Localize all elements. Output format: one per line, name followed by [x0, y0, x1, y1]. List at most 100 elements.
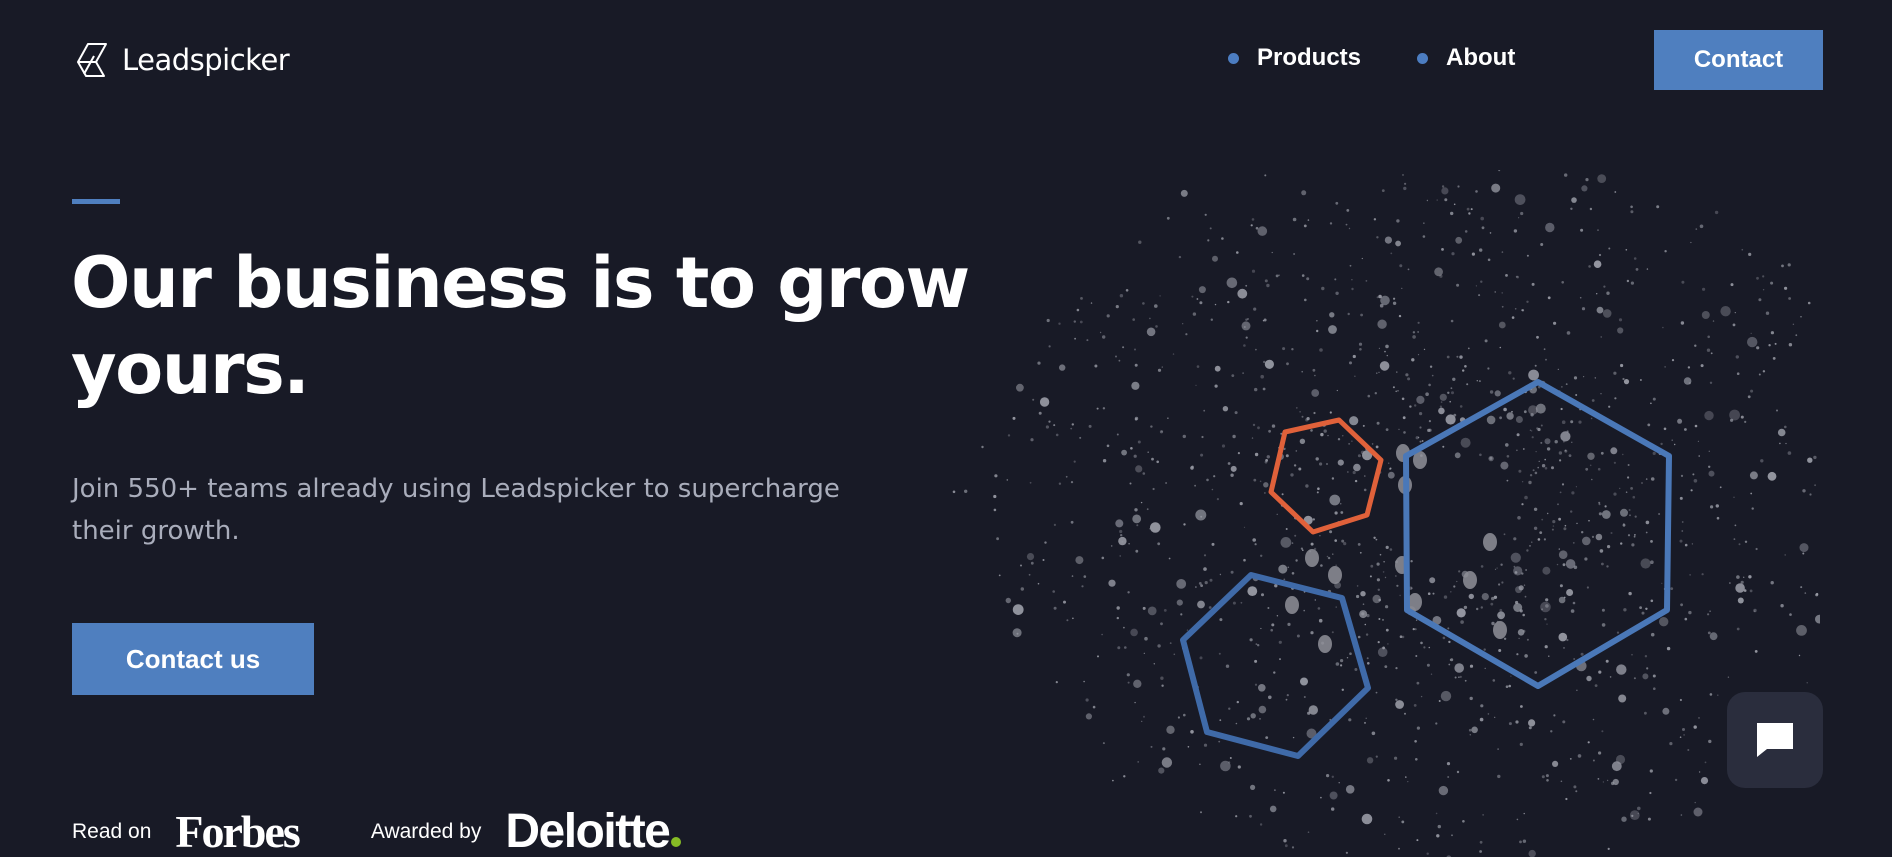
- particle: [1450, 319, 1454, 323]
- particle: [1541, 608, 1543, 611]
- chat-bubble-icon: [1757, 723, 1793, 757]
- particle: [1250, 713, 1256, 719]
- logo-link[interactable]: Leadspicker: [72, 40, 290, 80]
- particle: [1496, 567, 1498, 569]
- particle: [1425, 392, 1429, 396]
- particle: [1639, 379, 1642, 381]
- particle: [1634, 515, 1637, 518]
- particle: [1240, 601, 1243, 604]
- particle: [1364, 721, 1366, 724]
- particle: [1398, 428, 1400, 431]
- particle: [1243, 344, 1246, 347]
- particle: [1809, 493, 1812, 496]
- chat-button[interactable]: [1727, 692, 1823, 788]
- particle: [1541, 775, 1545, 779]
- contact-button[interactable]: Contact: [1654, 30, 1823, 90]
- particle: [1416, 395, 1425, 404]
- particle: [1546, 447, 1551, 451]
- particle: [1576, 522, 1578, 525]
- particle: [1576, 689, 1578, 691]
- particle: [1750, 492, 1753, 495]
- particle: [1591, 535, 1595, 538]
- particle: [1293, 253, 1296, 255]
- particle: [1694, 801, 1696, 804]
- particle: [1377, 319, 1387, 329]
- particle: [1498, 649, 1502, 652]
- particle: [1525, 569, 1527, 571]
- particle: [1540, 424, 1543, 427]
- particle: [1416, 681, 1420, 685]
- particle-blob: [1493, 621, 1507, 639]
- particle: [1030, 438, 1034, 442]
- particle: [1402, 416, 1406, 420]
- particle: [1453, 203, 1456, 206]
- particle: [1292, 736, 1295, 739]
- particle: [1559, 491, 1562, 494]
- particle: [1508, 371, 1512, 375]
- particle: [1453, 585, 1456, 588]
- particle: [1466, 383, 1469, 386]
- nav-item-about[interactable]: About: [1417, 44, 1515, 72]
- particle: [1758, 298, 1762, 302]
- particle: [1278, 640, 1282, 644]
- particle: [1563, 441, 1565, 443]
- particle: [1375, 445, 1379, 449]
- particle: [1690, 241, 1692, 244]
- particle: [1700, 364, 1704, 368]
- particle: [1367, 662, 1370, 665]
- particle: [1610, 532, 1613, 534]
- particle: [1758, 373, 1761, 376]
- particle: [1419, 440, 1422, 443]
- particle: [1341, 688, 1344, 691]
- particle: [1190, 730, 1194, 734]
- particle: [1115, 305, 1119, 309]
- particle: [1218, 740, 1221, 743]
- particle: [1565, 797, 1568, 801]
- particle: [1287, 566, 1290, 569]
- particle: [1254, 659, 1258, 663]
- particle: [1211, 488, 1214, 491]
- particle: [1199, 763, 1201, 766]
- particle: [1571, 197, 1577, 203]
- particle: [1298, 467, 1302, 471]
- particle: [1416, 726, 1420, 730]
- particle: [1275, 274, 1279, 278]
- particle: [1708, 739, 1712, 744]
- particle: [1753, 610, 1756, 613]
- particle: [1680, 474, 1684, 477]
- particle: [1516, 449, 1518, 452]
- particle: [1375, 691, 1378, 694]
- particle: [1334, 278, 1337, 281]
- particle: [1503, 533, 1506, 536]
- particle: [1552, 760, 1559, 768]
- particle: [1785, 442, 1787, 445]
- particle: [1214, 384, 1218, 388]
- particle: [1296, 634, 1300, 638]
- particle: [1733, 496, 1735, 498]
- particle: [1666, 646, 1671, 651]
- particle: [1412, 335, 1416, 339]
- particle: [1268, 695, 1272, 700]
- particle: [1283, 447, 1286, 450]
- particle: [1053, 606, 1057, 610]
- particle: [1467, 347, 1470, 350]
- particle-blob: [1328, 566, 1342, 584]
- particle: [1677, 418, 1683, 424]
- particle: [1410, 560, 1413, 563]
- particle: [1464, 679, 1467, 682]
- particle: [1744, 420, 1747, 423]
- particle: [1681, 521, 1684, 523]
- particle: [1429, 365, 1433, 368]
- nav-item-products[interactable]: Products: [1228, 44, 1361, 72]
- particle: [1500, 563, 1503, 566]
- contact-us-button[interactable]: Contact us: [72, 623, 314, 695]
- particle: [1269, 805, 1277, 813]
- particle: [1219, 573, 1222, 576]
- particle: [1081, 585, 1084, 588]
- particle: [1200, 515, 1203, 518]
- particle: [1361, 612, 1365, 616]
- particle: [1531, 282, 1535, 286]
- particle: [1518, 585, 1524, 591]
- particle: [1497, 748, 1499, 750]
- particle: [1450, 387, 1453, 390]
